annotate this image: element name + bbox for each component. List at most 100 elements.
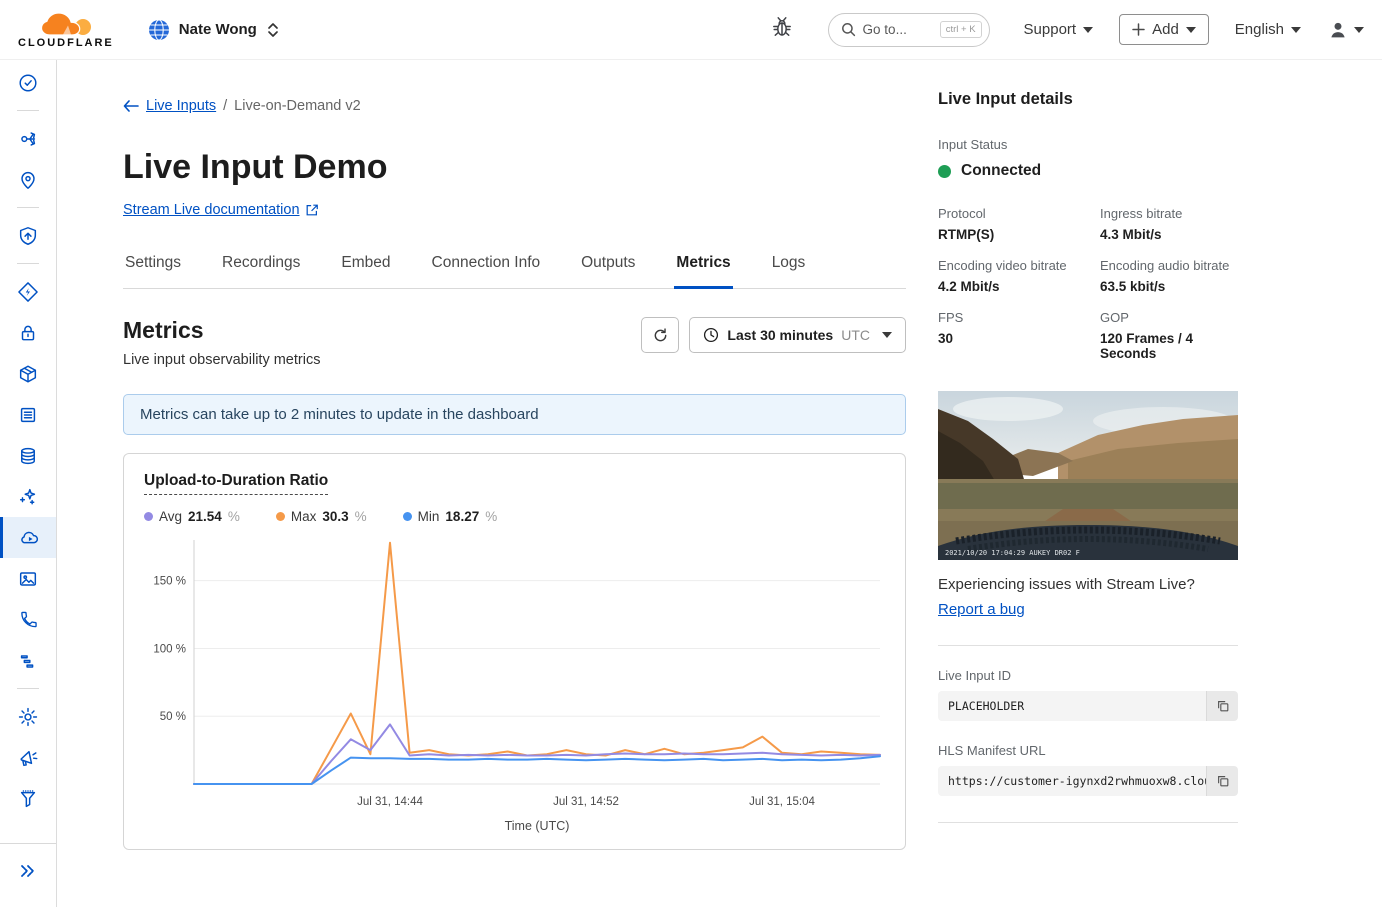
thumbnail-timestamp: 2021/10/20 17:04:29 AUKEY DR02 F <box>945 549 1080 557</box>
detail-value: 120 Frames / 4 Seconds <box>1100 331 1238 361</box>
tab-settings[interactable]: Settings <box>123 246 183 289</box>
breadcrumb: Live Inputs / Live-on-Demand v2 <box>123 98 906 114</box>
tab-logs[interactable]: Logs <box>770 246 808 289</box>
sidebar-divider <box>17 263 39 264</box>
legend-min-value: 18.27 <box>445 509 479 524</box>
sidebar-item-workers[interactable] <box>0 394 56 435</box>
sidebar-item-settings[interactable] <box>0 696 56 737</box>
sidebar-item-security[interactable] <box>0 215 56 256</box>
details-grid: Protocol RTMP(S) Ingress bitrate 4.3 Mbi… <box>938 206 1238 361</box>
svg-text:Jul 31, 15:04: Jul 31, 15:04 <box>749 796 815 808</box>
caret-down-icon <box>1186 27 1196 33</box>
sidebar-item-notifications[interactable] <box>0 737 56 778</box>
detail-value: RTMP(S) <box>938 227 1100 242</box>
queue-bars-icon <box>17 650 39 672</box>
copy-hls-manifest-button[interactable] <box>1206 766 1238 796</box>
sidebar-divider <box>17 688 39 689</box>
stream-docs-link[interactable]: Stream Live documentation <box>123 202 906 218</box>
detail-protocol: Protocol RTMP(S) <box>938 206 1100 242</box>
search-placeholder: Go to... <box>863 22 933 37</box>
caret-down-icon <box>1291 27 1301 33</box>
stream-docs-label: Stream Live documentation <box>123 202 300 218</box>
sidebar-item-images[interactable] <box>0 558 56 599</box>
detail-fps: FPS 30 <box>938 310 1100 361</box>
legend-max-label: Max <box>291 509 317 524</box>
hls-manifest-label: HLS Manifest URL <box>938 743 1238 758</box>
refresh-button[interactable] <box>641 317 679 353</box>
caret-down-icon <box>882 332 892 338</box>
copy-live-input-id-button[interactable] <box>1206 691 1238 721</box>
breadcrumb-live-inputs-link[interactable]: Live Inputs <box>146 98 216 114</box>
detail-audio-bitrate: Encoding audio bitrate 63.5 kbit/s <box>1100 258 1238 294</box>
input-status-label: Input Status <box>938 137 1238 152</box>
sidebar-item-stream[interactable] <box>0 517 56 558</box>
caret-down-icon <box>1083 27 1093 33</box>
funnel-icon <box>17 788 39 810</box>
legend-min-label: Min <box>418 509 440 524</box>
time-range-zone: UTC <box>841 327 870 343</box>
sidebar-item-geo[interactable] <box>0 159 56 200</box>
add-button[interactable]: Add <box>1119 14 1209 45</box>
chevrons-right-icon <box>18 862 38 880</box>
detail-label: Encoding video bitrate <box>938 258 1100 273</box>
tab-recordings[interactable]: Recordings <box>220 246 302 289</box>
user-menu[interactable] <box>1327 19 1364 41</box>
legend-dot-min <box>403 512 412 521</box>
tab-embed[interactable]: Embed <box>339 246 392 289</box>
megaphone-icon <box>17 747 39 769</box>
metrics-subheading: Live input observability metrics <box>123 352 320 368</box>
detail-value: 63.5 kbit/s <box>1100 279 1238 294</box>
language-menu[interactable]: English <box>1235 21 1301 38</box>
back-arrow-icon[interactable] <box>123 100 139 112</box>
sidebar-item-r2[interactable] <box>0 353 56 394</box>
legend-avg-unit: % <box>228 509 240 524</box>
upload-duration-card: Upload-to-Duration Ratio Avg 21.54 % Max… <box>123 453 906 850</box>
clock-check-icon <box>17 72 39 94</box>
support-menu[interactable]: Support <box>1024 21 1094 38</box>
sidebar-item-ssl[interactable] <box>0 312 56 353</box>
location-pin-icon <box>17 169 39 191</box>
sidebar-item-time[interactable] <box>0 62 56 103</box>
detail-label: Protocol <box>938 206 1100 221</box>
breadcrumb-current: Live-on-Demand v2 <box>234 98 361 114</box>
time-range-dropdown[interactable]: Last 30 minutes UTC <box>689 317 906 353</box>
sidebar-collapse-area <box>0 843 56 907</box>
chart-legend: Avg 21.54 % Max 30.3 % Min 18.27 % <box>144 509 885 524</box>
search-icon <box>841 22 856 37</box>
svg-text:100 %: 100 % <box>153 643 186 655</box>
sidebar-item-ai[interactable] <box>0 476 56 517</box>
bug-report-icon[interactable] <box>770 14 794 45</box>
tab-metrics[interactable]: Metrics <box>674 246 732 289</box>
ai-sparkles-icon <box>17 486 39 508</box>
sidebar-item-speed[interactable] <box>0 271 56 312</box>
account-switcher[interactable]: Nate Wong <box>148 19 280 41</box>
upload-duration-chart: 50 %100 %150 %Jul 31, 14:44Jul 31, 14:52… <box>144 534 887 834</box>
page-title: Live Input Demo <box>123 148 906 187</box>
stream-cloud-play-icon <box>19 527 41 549</box>
cloudflare-logo[interactable]: CLOUDFLARE <box>18 11 114 49</box>
metrics-info-banner: Metrics can take up to 2 minutes to upda… <box>123 394 906 435</box>
legend-dot-max <box>276 512 285 521</box>
live-input-details-panel: Live Input details Input Status Connecte… <box>938 90 1238 823</box>
report-bug-link[interactable]: Report a bug <box>938 601 1025 618</box>
detail-value: 30 <box>938 331 1100 346</box>
collapse-sidebar-button[interactable] <box>18 862 38 885</box>
svg-text:150 %: 150 % <box>153 576 186 588</box>
metrics-heading: Metrics <box>123 317 320 344</box>
language-label: English <box>1235 21 1284 38</box>
detail-label: FPS <box>938 310 1100 325</box>
plus-icon <box>1132 23 1145 36</box>
cloudflare-cloud-icon <box>33 11 99 39</box>
detail-value: 4.3 Mbit/s <box>1100 227 1238 242</box>
svg-text:Jul 31, 14:44: Jul 31, 14:44 <box>357 796 423 808</box>
sidebar-item-queues[interactable] <box>0 640 56 681</box>
sidebar-item-network[interactable] <box>0 118 56 159</box>
legend-max-unit: % <box>355 509 367 524</box>
global-search[interactable]: Go to... ctrl + K <box>828 13 990 47</box>
sidebar-item-d1[interactable] <box>0 435 56 476</box>
sidebar-item-calls[interactable] <box>0 599 56 640</box>
sidebar-item-funnel[interactable] <box>0 778 56 819</box>
tab-outputs[interactable]: Outputs <box>579 246 637 289</box>
live-input-id-value: PLACEHOLDER <box>938 691 1206 721</box>
tab-connection-info[interactable]: Connection Info <box>430 246 543 289</box>
